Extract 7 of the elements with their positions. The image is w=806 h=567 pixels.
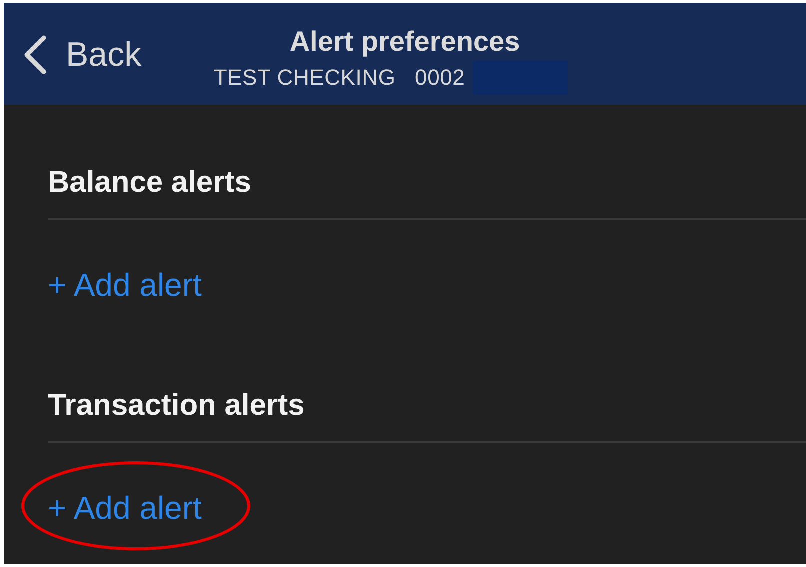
screen-title: Alert preferences bbox=[290, 25, 520, 59]
account-subtitle: TEST CHECKING 0002 bbox=[214, 64, 466, 92]
section-heading: Balance alerts bbox=[48, 165, 252, 201]
add-alert-link[interactable]: + Add alert bbox=[48, 265, 202, 305]
back-button[interactable]: Back bbox=[22, 35, 142, 75]
section-heading: Transaction alerts bbox=[48, 388, 306, 424]
chevron-left-icon bbox=[22, 35, 48, 75]
